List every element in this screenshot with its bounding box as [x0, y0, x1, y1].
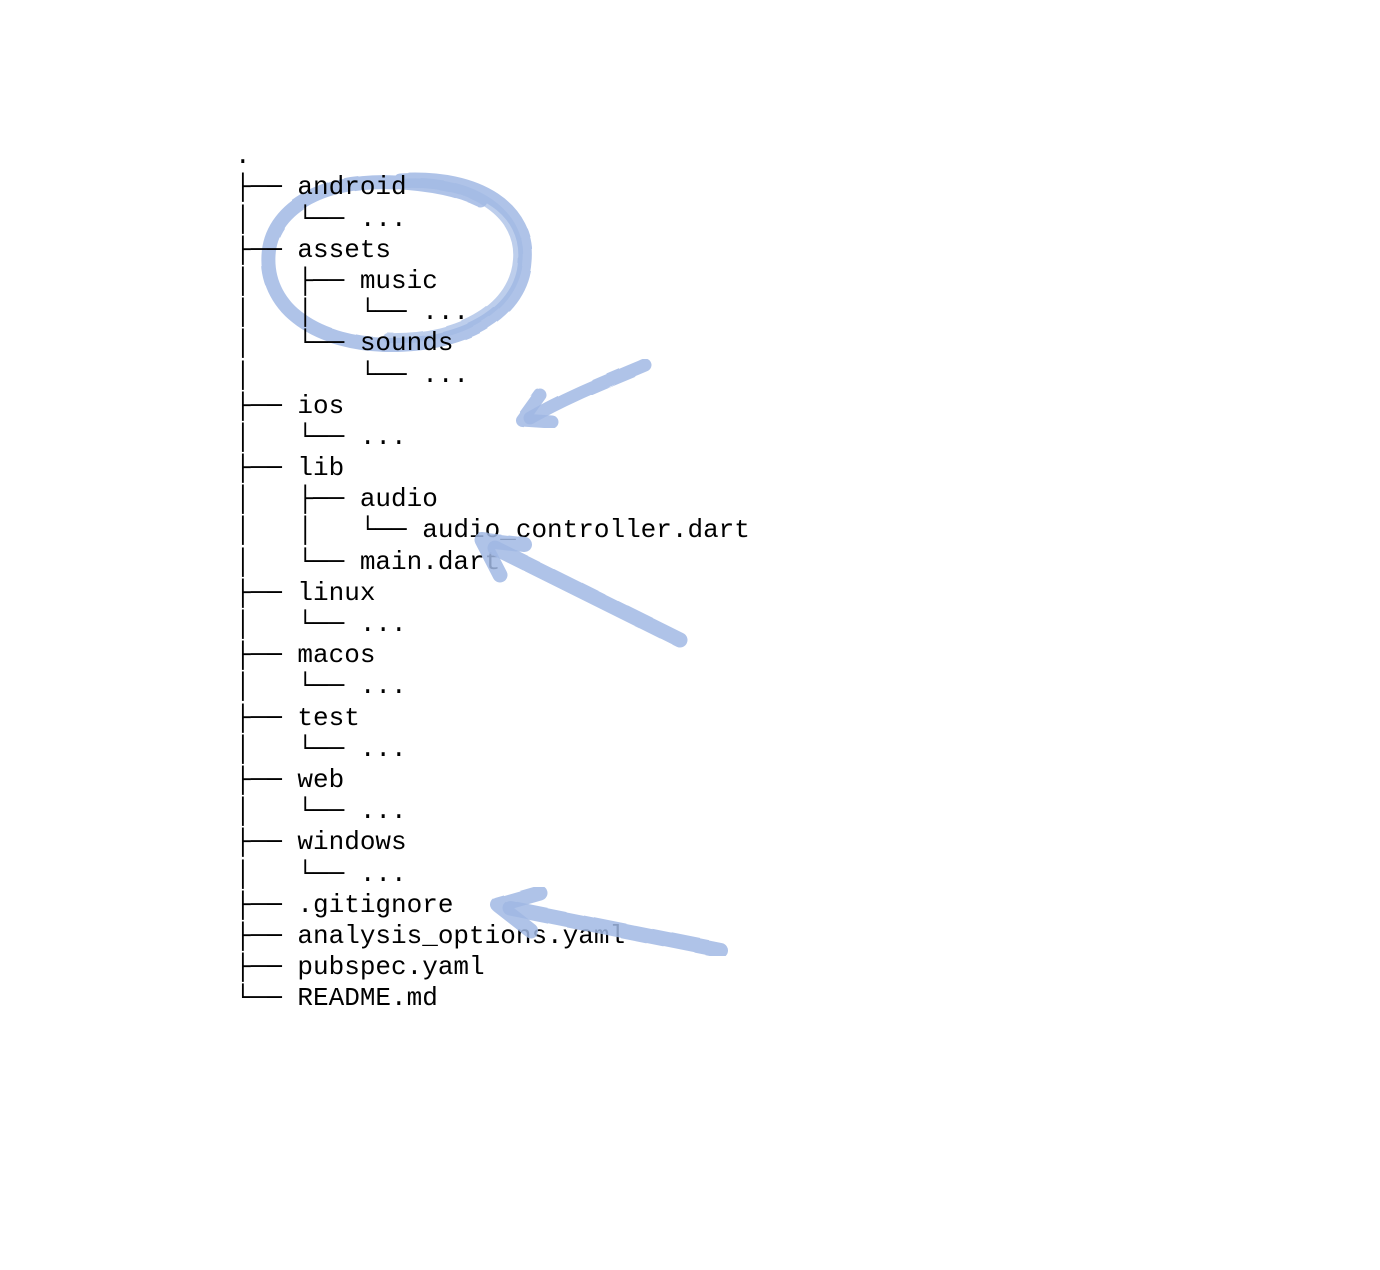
- tree-line: │ └── ...: [235, 422, 750, 453]
- tree-line: ├── macos: [235, 640, 750, 671]
- tree-line: ├── lib: [235, 453, 750, 484]
- tree-line: ├── .gitignore: [235, 890, 750, 921]
- tree-line: ├── web: [235, 765, 750, 796]
- tree-line: │ ├── audio: [235, 484, 750, 515]
- tree-line: │ ├── music: [235, 266, 750, 297]
- tree-line: │ └── ...: [235, 204, 750, 235]
- tree-line: ├── linux: [235, 578, 750, 609]
- tree-line: ├── windows: [235, 827, 750, 858]
- tree-line: │ └── ...: [235, 671, 750, 702]
- tree-line: ├── ios: [235, 391, 750, 422]
- tree-line: │ └── sounds: [235, 328, 750, 359]
- tree-line: ├── android: [235, 172, 750, 203]
- tree-line: │ └── ...: [235, 360, 750, 391]
- tree-line: └── README.md: [235, 983, 750, 1014]
- tree-line: │ └── ...: [235, 609, 750, 640]
- tree-line: ├── pubspec.yaml: [235, 952, 750, 983]
- tree-line: .: [235, 141, 750, 172]
- tree-line: ├── assets: [235, 235, 750, 266]
- tree-line: │ └── ...: [235, 859, 750, 890]
- tree-line: │ └── main.dart: [235, 547, 750, 578]
- file-tree: .├── android│ └── ...├── assets│ ├── mus…: [235, 110, 750, 1014]
- tree-line: │ │ └── audio_controller.dart: [235, 515, 750, 546]
- tree-line: ├── test: [235, 703, 750, 734]
- tree-line: │ └── ...: [235, 796, 750, 827]
- tree-line: ├── analysis_options.yaml: [235, 921, 750, 952]
- tree-line: │ └── ...: [235, 734, 750, 765]
- tree-line: │ │ └── ...: [235, 297, 750, 328]
